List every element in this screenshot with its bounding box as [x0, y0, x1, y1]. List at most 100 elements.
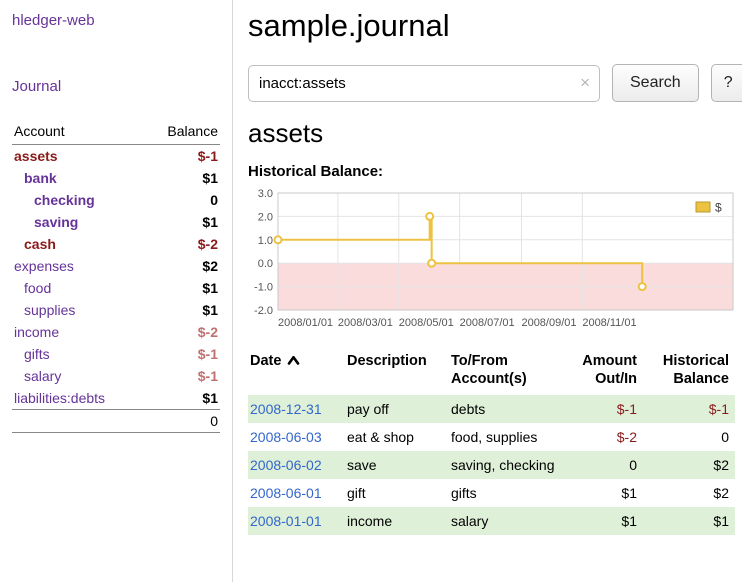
account-link[interactable]: food [24, 280, 51, 296]
main-content: sample.journal × Search ? assets Histori… [233, 0, 742, 582]
account-row: bank $1 [12, 167, 220, 189]
search-input[interactable] [259, 75, 571, 92]
transaction-amount: $-1 [565, 395, 643, 423]
account-balance: $1 [144, 167, 220, 189]
account-name-cell: food [12, 277, 144, 299]
transaction-row: 2008-06-02savesaving, checking0$2 [248, 451, 735, 479]
search-button[interactable]: Search [612, 64, 699, 102]
svg-text:-2.0: -2.0 [254, 305, 273, 317]
account-link[interactable]: checking [34, 192, 95, 208]
account-link[interactable]: expenses [14, 258, 74, 274]
accounts-header-row: Account Balance [12, 120, 220, 145]
account-link[interactable]: cash [24, 236, 56, 252]
accounts-total-row: 0 [12, 410, 220, 433]
account-name-cell: bank [12, 167, 144, 189]
account-link[interactable]: income [14, 324, 59, 340]
account-balance: $-2 [144, 321, 220, 343]
transaction-amount: $-2 [565, 423, 643, 451]
svg-text:1.0: 1.0 [258, 235, 273, 247]
balance-header-line1: Historical [645, 352, 729, 370]
transaction-description: eat & shop [345, 423, 449, 451]
transaction-description: pay off [345, 395, 449, 423]
account-link[interactable]: saving [34, 214, 78, 230]
register-header-date[interactable]: Date [248, 350, 345, 395]
transaction-balance: 0 [643, 423, 735, 451]
sidebar-journal-link[interactable]: Journal [12, 78, 61, 95]
search-bar: × Search ? [248, 64, 742, 102]
svg-text:2008/11/01: 2008/11/01 [582, 317, 636, 329]
transaction-date-cell: 2008-06-03 [248, 423, 345, 451]
transaction-date-cell: 2008-06-01 [248, 479, 345, 507]
account-name-cell: cash [12, 233, 144, 255]
account-row: salary $-1 [12, 365, 220, 387]
transaction-accounts: food, supplies [449, 423, 565, 451]
transaction-row: 2008-01-01incomesalary$1$1 [248, 507, 735, 535]
account-balance: $-1 [144, 343, 220, 365]
account-row: checking 0 [12, 189, 220, 211]
account-row: saving $1 [12, 211, 220, 233]
transaction-description: income [345, 507, 449, 535]
svg-text:0.0: 0.0 [258, 258, 273, 270]
transaction-row: 2008-12-31pay offdebts$-1$-1 [248, 395, 735, 423]
app-title-link[interactable]: hledger-web [12, 12, 95, 29]
register-table: Date Description To/From Account(s) Amou… [248, 350, 735, 535]
transaction-date-link[interactable]: 2008-01-01 [250, 513, 322, 529]
account-balance: $-1 [144, 365, 220, 387]
svg-text:2.0: 2.0 [258, 211, 273, 223]
account-row: expenses$2 [12, 255, 220, 277]
svg-text:2008/09/01: 2008/09/01 [521, 317, 576, 329]
accounts-total-spacer [12, 410, 144, 433]
transaction-date-link[interactable]: 2008-06-02 [250, 457, 322, 473]
account-link[interactable]: liabilities:debts [14, 390, 105, 406]
register-header-balance: Historical Balance [643, 350, 735, 395]
transaction-description: save [345, 451, 449, 479]
account-row: cash$-2 [12, 233, 220, 255]
transaction-accounts: debts [449, 395, 565, 423]
account-link[interactable]: salary [24, 368, 61, 384]
sort-ascending-icon [287, 355, 300, 365]
account-name-cell: gifts [12, 343, 144, 365]
svg-text:3.0: 3.0 [258, 188, 273, 200]
sidebar: hledger-web Journal Account Balance asse… [0, 0, 233, 582]
help-button[interactable]: ? [711, 64, 742, 102]
transaction-date-link[interactable]: 2008-06-03 [250, 429, 322, 445]
account-link[interactable]: gifts [24, 346, 50, 362]
transaction-date-link[interactable]: 2008-12-31 [250, 401, 322, 417]
account-name-cell: expenses [12, 255, 144, 277]
transaction-balance: $2 [643, 451, 735, 479]
transaction-row: 2008-06-03 eat & shopfood, supplies$-20 [248, 423, 735, 451]
account-row: income $-2 [12, 321, 220, 343]
register-header-accounts: To/From Account(s) [449, 350, 565, 395]
account-balance: 0 [144, 189, 220, 211]
page-title: sample.journal [248, 8, 742, 44]
transaction-description: gift [345, 479, 449, 507]
register-header-row: Date Description To/From Account(s) Amou… [248, 350, 735, 395]
account-name-cell: salary [12, 365, 144, 387]
account-link[interactable]: supplies [24, 302, 75, 318]
account-row: supplies$1 [12, 299, 220, 321]
account-balance: $1 [144, 211, 220, 233]
clear-search-icon[interactable]: × [580, 74, 590, 91]
account-link[interactable]: assets [14, 148, 58, 164]
search-box: × [248, 65, 600, 102]
account-row: food $1 [12, 277, 220, 299]
chart-svg: 3.02.01.00.0-1.0-2.02008/01/012008/03/01… [248, 188, 735, 336]
account-row: liabilities:debts $1 [12, 387, 220, 410]
svg-text:2008/01/01: 2008/01/01 [278, 317, 333, 329]
transaction-date-cell: 2008-06-02 [248, 451, 345, 479]
account-link[interactable]: bank [24, 170, 57, 186]
transaction-balance: $-1 [643, 395, 735, 423]
transaction-row: 2008-06-01giftgifts$1$2 [248, 479, 735, 507]
account-balance: $1 [144, 387, 220, 410]
register-header-amount: Amount Out/In [565, 350, 643, 395]
accounts-header-balance: Balance [144, 120, 220, 145]
date-header-label: Date [250, 353, 281, 369]
amount-header-line1: Amount [567, 352, 637, 370]
account-heading: assets [248, 118, 742, 149]
transaction-accounts: salary [449, 507, 565, 535]
transaction-balance: $1 [643, 507, 735, 535]
account-name-cell: liabilities:debts [12, 387, 144, 410]
accounts-total-balance: 0 [144, 410, 220, 433]
account-balance: $1 [144, 277, 220, 299]
transaction-date-link[interactable]: 2008-06-01 [250, 485, 322, 501]
